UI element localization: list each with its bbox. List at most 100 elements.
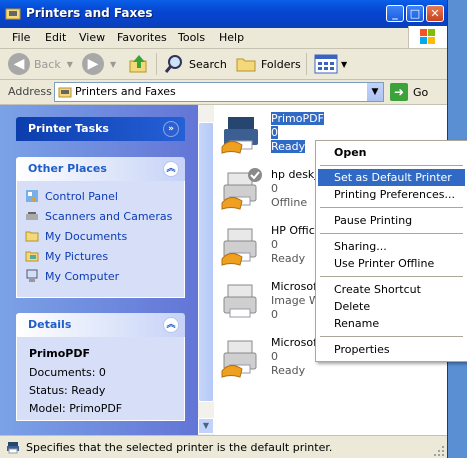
menu-separator: [320, 276, 463, 277]
printer-name: PrimoPDF: [271, 112, 324, 125]
link-my-pictures[interactable]: My Pictures: [25, 249, 108, 263]
menu-use-offline-label: Use Printer Offline: [334, 257, 435, 270]
printer-icon: [221, 340, 257, 378]
resize-grip-icon[interactable]: [433, 445, 445, 457]
printer-status: Ready: [271, 252, 306, 265]
link-scanners-cameras[interactable]: Scanners and Cameras: [25, 209, 172, 223]
windows-logo-icon: [408, 26, 447, 48]
scroll-down-arrow-icon[interactable]: ▼: [198, 418, 214, 434]
back-arrow-icon: ◀: [8, 53, 30, 75]
menu-create-shortcut-label: Create Shortcut: [334, 283, 421, 296]
menu-rename-label: Rename: [334, 317, 380, 330]
address-dropdown-icon[interactable]: ▼: [367, 83, 383, 101]
details-documents: Documents: 0: [29, 366, 106, 379]
printer-item-hp-office[interactable]: HP Office 0 Ready: [220, 221, 322, 277]
link-label: My Documents: [45, 229, 128, 243]
menu-pause-printing-label: Pause Printing: [334, 214, 413, 227]
forward-arrow-icon: ▶: [82, 53, 104, 75]
printer-item-microsoft-image-writer[interactable]: Microsoft Image W 0: [220, 277, 321, 333]
printer-folder-icon: [5, 8, 21, 20]
printer-status-icon: [7, 442, 19, 454]
views-icon: [314, 54, 338, 74]
back-button[interactable]: ◀ Back ▼: [8, 52, 73, 76]
printer-docs: 0: [271, 238, 278, 251]
close-button[interactable]: ✕: [426, 5, 444, 22]
printer-item-hp-deskjet[interactable]: hp deskje 0 Offline: [220, 165, 324, 221]
menu-sharing-label: Sharing...: [334, 240, 387, 253]
search-button[interactable]: Search: [163, 52, 227, 76]
other-places-header[interactable]: Other Places ︽: [16, 157, 185, 181]
address-label: Address: [8, 85, 52, 98]
menu-file[interactable]: File: [12, 31, 30, 44]
toolbar-separator: [306, 53, 307, 75]
printer-item-microsoft[interactable]: Microsoft 0 Ready: [220, 333, 322, 389]
menu-tools[interactable]: Tools: [178, 31, 205, 44]
folders-button[interactable]: Folders: [235, 52, 301, 76]
address-input[interactable]: Printers and Faxes ▼: [54, 82, 384, 102]
printer-folder-icon: [58, 87, 72, 98]
menu-open-label: Open: [334, 146, 367, 159]
link-label: Control Panel: [45, 189, 118, 203]
address-bar: Address Printers and Faxes ▼ ➜ Go: [0, 80, 447, 105]
menu-printing-preferences[interactable]: Printing Preferences...: [318, 186, 465, 203]
menu-edit[interactable]: Edit: [45, 31, 66, 44]
back-label: Back: [34, 57, 61, 71]
menu-favorites[interactable]: Favorites: [117, 31, 167, 44]
pictures-folder-icon: [25, 251, 39, 262]
collapse-chevron-icon[interactable]: ︽: [163, 317, 179, 333]
menu-delete[interactable]: Delete: [318, 298, 465, 315]
menu-pause-printing[interactable]: Pause Printing: [318, 212, 465, 229]
back-dropdown-icon[interactable]: ▼: [67, 60, 73, 69]
link-my-computer[interactable]: My Computer: [25, 269, 119, 283]
vertical-scrollbar[interactable]: ▼: [198, 105, 214, 435]
up-folder-button[interactable]: [128, 52, 150, 76]
menu-properties[interactable]: Properties: [318, 341, 465, 358]
minimize-button[interactable]: _: [386, 5, 404, 22]
task-pane: Printer Tasks » Other Places ︽ Control P…: [0, 105, 198, 435]
go-button[interactable]: ➜ Go: [390, 83, 428, 101]
folders-icon: [236, 58, 256, 72]
computer-icon: [26, 269, 38, 282]
control-panel-icon: [26, 190, 38, 202]
details-body: PrimoPDF Documents: 0 Status: Ready Mode…: [16, 337, 185, 421]
menu-set-default-printer[interactable]: Set as Default Printer: [318, 169, 465, 186]
menu-separator: [320, 165, 463, 166]
window-title: Printers and Faxes: [26, 6, 153, 20]
printer-item-primopdf[interactable]: PrimoPDF 0 Ready: [220, 109, 324, 165]
menu-rename[interactable]: Rename: [318, 315, 465, 332]
forward-button[interactable]: ▶ ▼: [82, 52, 116, 76]
printer-docs: 0: [271, 182, 278, 195]
title-bar[interactable]: Printers and Faxes _ □ ✕: [0, 0, 447, 28]
menu-bar: File Edit View Favorites Tools Help: [0, 28, 447, 49]
go-arrow-icon: ➜: [390, 83, 408, 101]
printer-status: Ready: [271, 140, 306, 153]
maximize-button[interactable]: □: [406, 5, 424, 22]
printer-name: Microsoft: [271, 336, 322, 349]
menu-sharing[interactable]: Sharing...: [318, 238, 465, 255]
address-value: Printers and Faxes: [75, 85, 176, 98]
printer-tasks-header[interactable]: Printer Tasks »: [16, 117, 185, 141]
link-my-documents[interactable]: My Documents: [25, 229, 127, 243]
search-label: Search: [189, 57, 227, 71]
forward-dropdown-icon[interactable]: ▼: [110, 60, 116, 69]
details-title: Details: [28, 318, 72, 331]
scrollbar-thumb[interactable]: [198, 122, 214, 402]
menu-create-shortcut[interactable]: Create Shortcut: [318, 281, 465, 298]
printer-name: HP Office: [271, 224, 322, 237]
collapse-chevron-icon[interactable]: ︽: [163, 161, 179, 177]
printer-status: Offline: [271, 196, 308, 209]
menu-use-printer-offline[interactable]: Use Printer Offline: [318, 255, 465, 272]
menu-help[interactable]: Help: [219, 31, 244, 44]
views-button[interactable]: ▼: [314, 52, 347, 76]
printer-name-line2: Image W: [271, 294, 320, 307]
link-control-panel[interactable]: Control Panel: [25, 189, 118, 203]
details-header[interactable]: Details ︽: [16, 313, 185, 337]
expand-chevron-icon[interactable]: »: [163, 121, 179, 137]
menu-separator: [320, 336, 463, 337]
menu-set-default-label: Set as Default Printer: [334, 171, 452, 184]
scanner-icon: [26, 212, 38, 220]
go-label: Go: [413, 85, 429, 99]
menu-open[interactable]: Open: [318, 144, 465, 161]
menu-view[interactable]: View: [79, 31, 105, 44]
menu-separator: [320, 207, 463, 208]
